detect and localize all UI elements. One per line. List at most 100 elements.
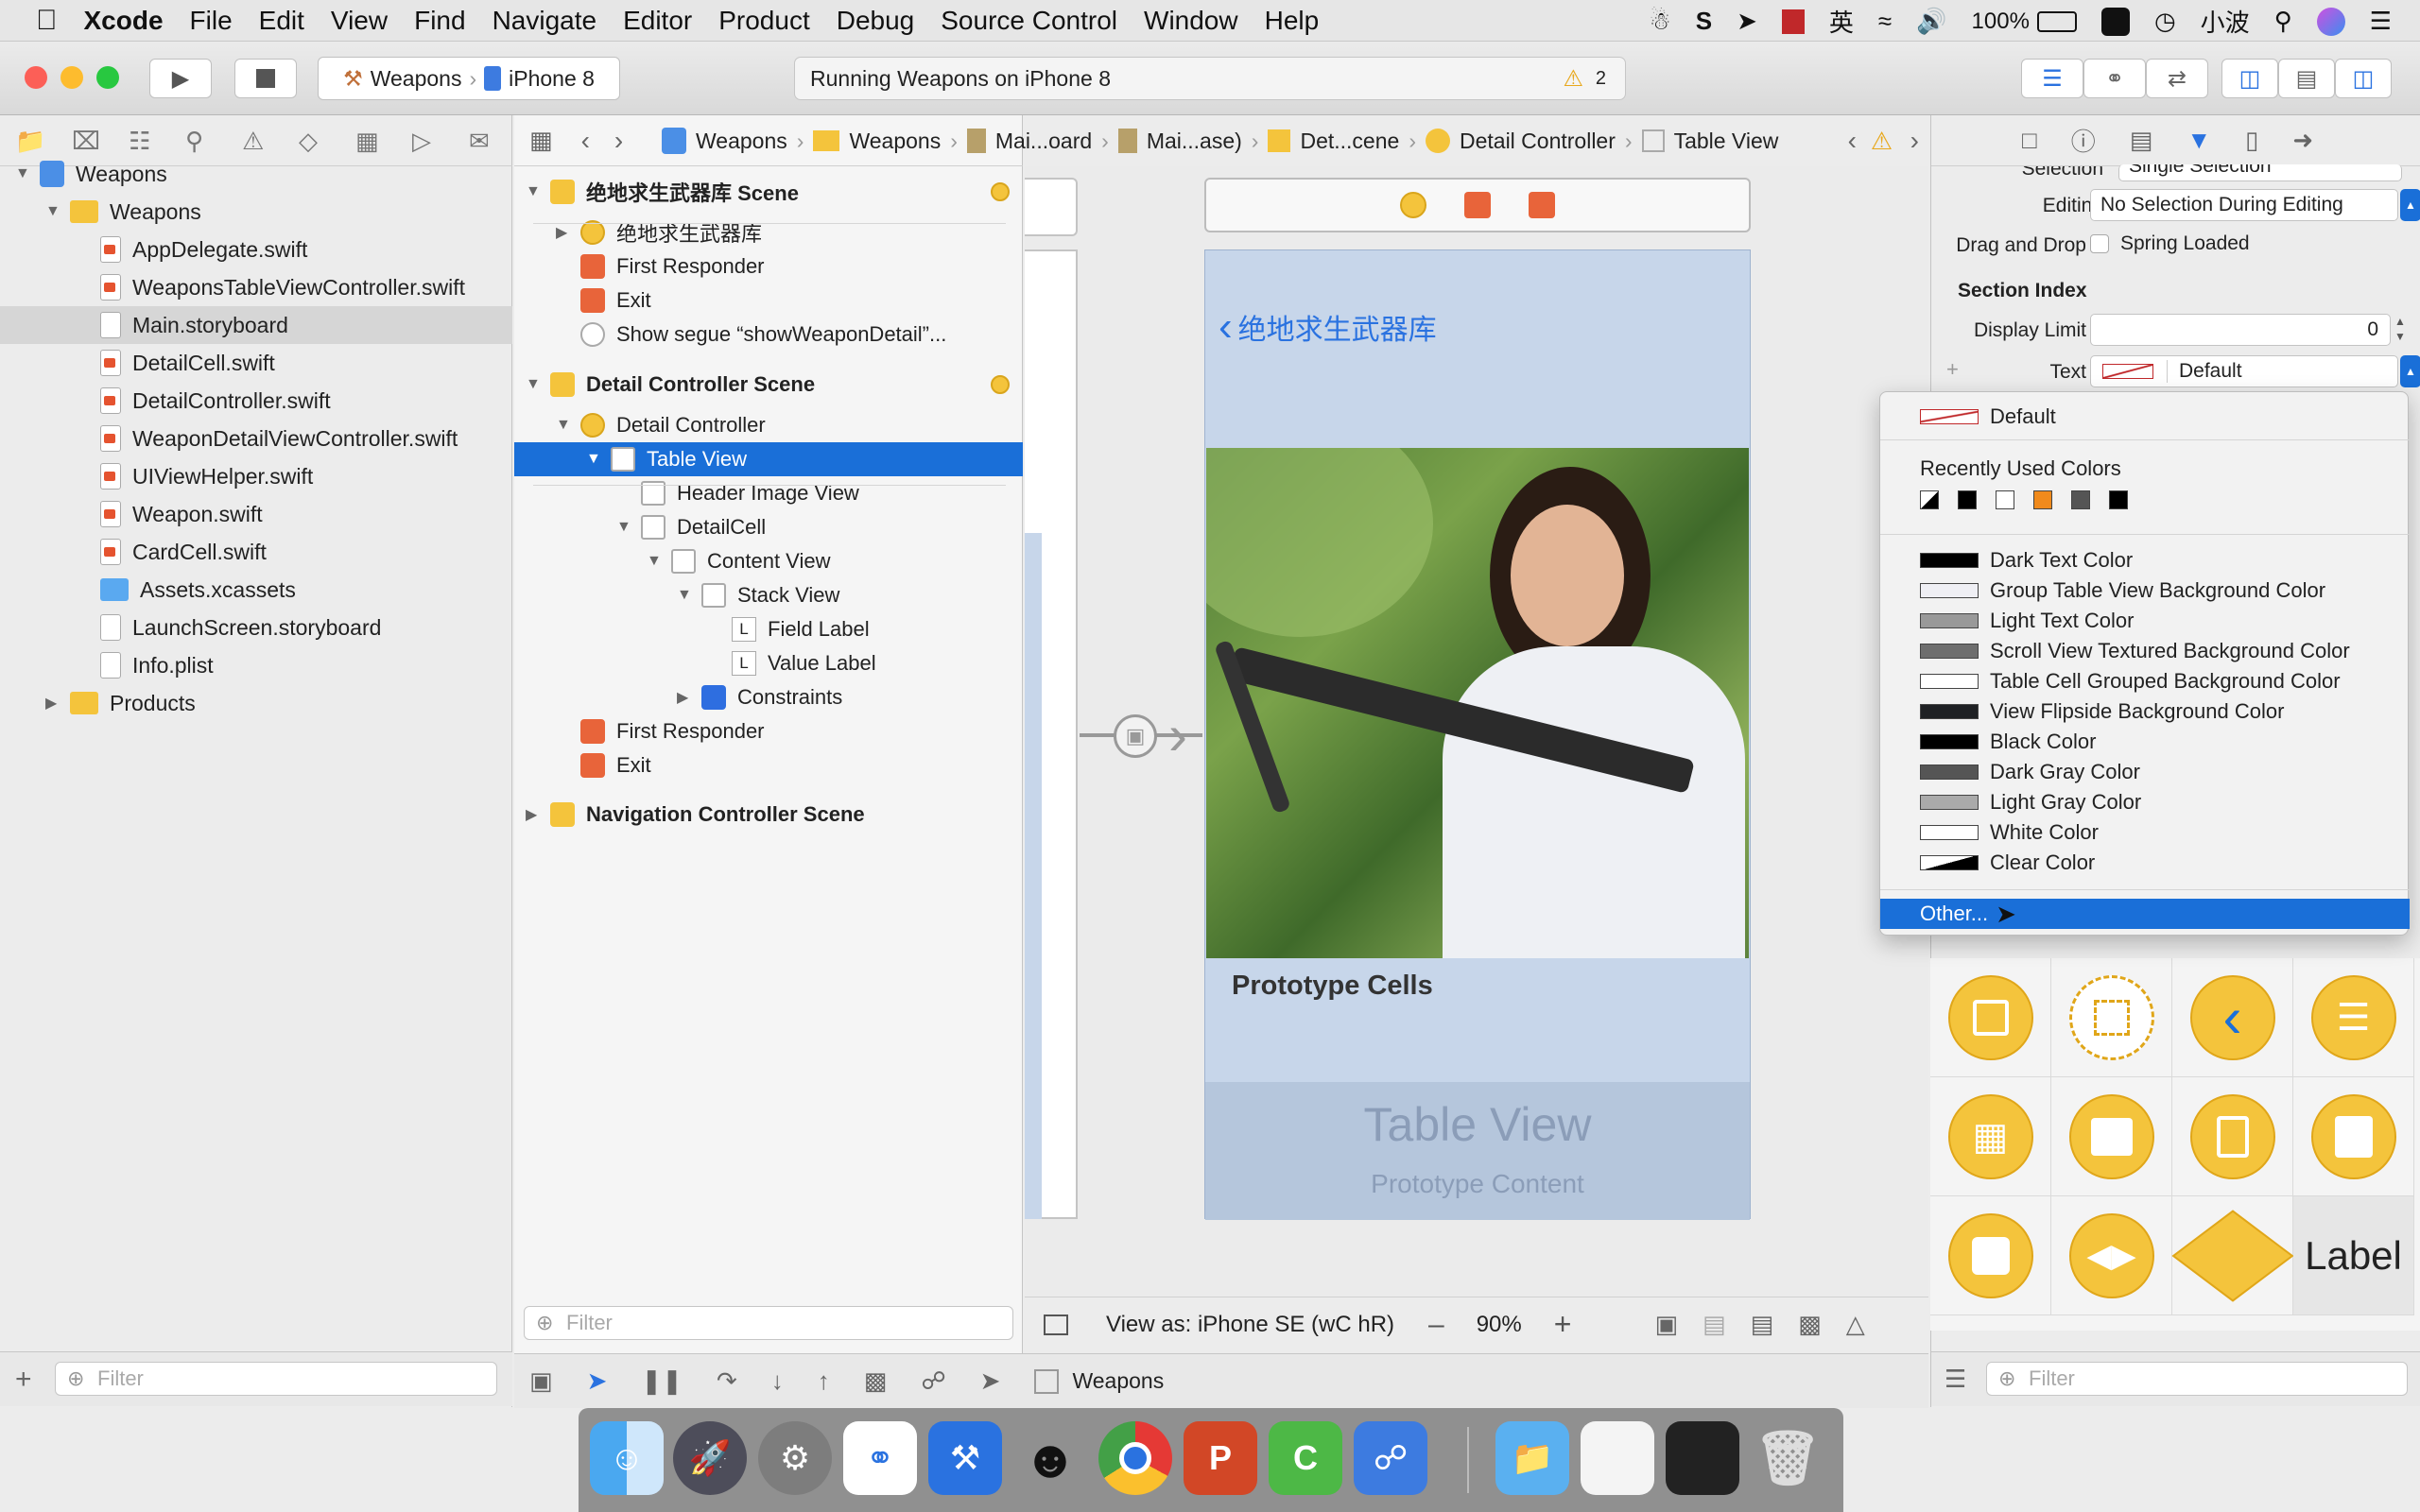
menu-debug[interactable]: Debug [837,6,915,36]
navigator-item[interactable]: UIViewHelper.swift [0,457,512,495]
version-editor-button[interactable]: ⇄ [2146,59,2208,98]
record-icon[interactable] [1781,9,1805,34]
view-hierarchy-icon[interactable]: ▩ [864,1366,888,1396]
symbol-tab-icon[interactable]: ☷ [129,127,150,156]
outline-item[interactable]: ▶ Constraints [514,680,1023,714]
recent-color-swatch[interactable] [2071,490,2090,509]
file-inspector-icon[interactable]: □ [2022,126,2037,155]
zoom-window-button[interactable] [96,66,119,89]
navigator-item[interactable]: ▼ Weapons [0,193,512,231]
navigator-item[interactable]: WeaponDetailViewController.swift [0,420,512,457]
toggle-navigator-button[interactable]: ◫ [2221,59,2278,98]
source-control-tab-icon[interactable]: ⌧ [72,127,100,156]
menu-navigate[interactable]: Navigate [493,6,597,36]
breakpoint-tab-icon[interactable]: ▷ [412,127,431,156]
scheme-selector[interactable]: ⚒ Weapons › iPhone 8 [318,57,620,100]
navigator-item[interactable]: Weapon.swift [0,495,512,533]
checkbox-box[interactable] [2090,234,2109,253]
step-over-icon[interactable]: ↷ [717,1366,737,1396]
update-frames-icon[interactable]: ▣ [1654,1310,1678,1339]
library-avkit-player-controller[interactable]: ◀▶ [2051,1196,2172,1315]
library-glkit-view-controller[interactable] [1930,1196,2051,1315]
disclosure-triangle-icon[interactable]: ▼ [616,519,633,536]
breadcrumb-item[interactable]: Table View [1674,129,1779,154]
outline-item[interactable]: ▼ 绝地求生武器库 Scene [514,175,1023,209]
recent-color-swatch[interactable] [2033,490,2052,509]
debug-target-name[interactable]: Weapons [1072,1368,1164,1394]
header-image-view[interactable] [1206,448,1749,958]
warning-count[interactable]: 2 [1596,68,1606,90]
breadcrumb-item[interactable]: Det...cene [1300,129,1399,154]
outline-item[interactable]: L Value Label [514,646,1023,680]
zoom-out-button[interactable]: – [1428,1309,1444,1341]
warning-icon[interactable]: ⚠ [1871,127,1893,156]
color-option[interactable]: Group Table View Background Color [1880,576,2410,606]
outline-item[interactable]: ▼ Content View [514,544,1023,578]
attributes-inspector-icon[interactable]: ▼ [2187,126,2211,155]
hide-debug-area-icon[interactable]: ▣ [529,1366,553,1396]
memory-graph-icon[interactable]: ☍ [921,1366,945,1396]
disclosure-triangle-icon[interactable]: ▶ [45,694,62,713]
library-label[interactable]: Label [2293,1196,2414,1315]
xcode-icon[interactable]: ⚒ [928,1421,1002,1495]
add-constraints-icon[interactable]: ▩ [1798,1310,1822,1339]
minimize-window-button[interactable] [60,66,83,89]
finder-icon[interactable]: ☺ [590,1421,664,1495]
disclosure-triangle-icon[interactable]: ▼ [45,203,62,220]
warning-icon[interactable]: ⚠ [1563,65,1583,93]
navigator-item[interactable]: WeaponsTableViewController.swift [0,268,512,306]
view-as-device[interactable]: View as: iPhone SE (wC hR) [1106,1312,1394,1338]
standard-editor-button[interactable]: ☰ [2021,59,2083,98]
toggle-debug-area-button[interactable]: ▤ [2278,59,2335,98]
system-preferences-icon[interactable]: ⚙ [758,1421,832,1495]
color-option-other[interactable]: Other... ➤ [1880,899,2410,929]
user-name[interactable]: 小波 [2201,4,2250,39]
scene-dock[interactable] [1204,178,1751,232]
qq-icon[interactable]: ☻ [1013,1421,1087,1495]
color-option-default[interactable]: Default [1880,402,2410,432]
selection-dropdown[interactable]: Single Selection [2118,164,2402,181]
notification-center-icon[interactable]: ☰ [2370,7,2392,36]
navigator-item[interactable]: ▶ Products [0,684,512,722]
send-icon[interactable]: ➤ [1737,7,1757,36]
add-file-icon[interactable]: + [15,1364,32,1396]
color-option[interactable]: Scroll View Textured Background Color [1880,636,2410,666]
color-option[interactable]: View Flipside Background Color [1880,696,2410,727]
siri-icon[interactable] [2316,7,2345,36]
resolve-autolayout-icon[interactable]: △ [1846,1310,1865,1339]
outline-item[interactable]: ▼ Detail Controller Scene [514,368,1023,402]
editing-dropdown-arrows[interactable]: ▲ [2400,189,2420,221]
breadcrumb-item[interactable]: Mai...oard [995,129,1092,154]
pause-icon[interactable]: ❚❚ [641,1366,683,1396]
navigation-back-button[interactable]: ‹ 绝地求生武器库 [1219,303,1437,351]
debug-tab-icon[interactable]: ▦ [355,127,379,156]
library-navigation-controller[interactable]: ‹ [2172,958,2293,1077]
menu-editor[interactable]: Editor [623,6,692,36]
embed-in-stack-icon[interactable]: ▤ [1703,1310,1726,1339]
location-icon[interactable]: ➤ [980,1366,1001,1396]
outline-item[interactable]: Exit [514,284,1023,318]
outline-item[interactable]: Header Image View [514,476,1023,510]
launchpad-icon[interactable]: 🚀 [673,1421,747,1495]
breadcrumb-item[interactable]: Detail Controller [1460,129,1616,154]
disclosure-triangle-icon[interactable]: ▶ [556,223,573,242]
identity-inspector-icon[interactable]: ▤ [2130,126,2153,155]
navigator-item[interactable]: Main.storyboard [0,306,512,344]
exit-icon[interactable] [1529,192,1555,218]
library-collection-view-controller[interactable]: ▦ [1930,1077,2051,1196]
disclosure-triangle-icon[interactable]: ▼ [15,165,32,182]
outline-item[interactable]: Show segue “showWeaponDetail”... [514,318,1023,352]
menu-find[interactable]: Find [414,6,465,36]
disclosure-triangle-icon[interactable]: ▶ [677,688,694,707]
input-method-indicator[interactable]: 英 [1829,4,1854,39]
terminal-stack-icon[interactable] [1666,1421,1739,1495]
color-option[interactable]: Light Gray Color [1880,787,2410,817]
text-color-popup[interactable]: Default [2090,355,2398,387]
library-filter-input[interactable]: ⊕ Filter [1986,1362,2408,1396]
color-option[interactable]: White Color [1880,817,2410,848]
disclosure-triangle-icon[interactable]: ▼ [677,587,694,604]
chrome-icon[interactable] [1098,1421,1172,1495]
color-option[interactable]: Dark Gray Color [1880,757,2410,787]
view-controller-icon[interactable] [1400,192,1426,218]
folder-tab-icon[interactable]: 📁 [15,127,45,156]
